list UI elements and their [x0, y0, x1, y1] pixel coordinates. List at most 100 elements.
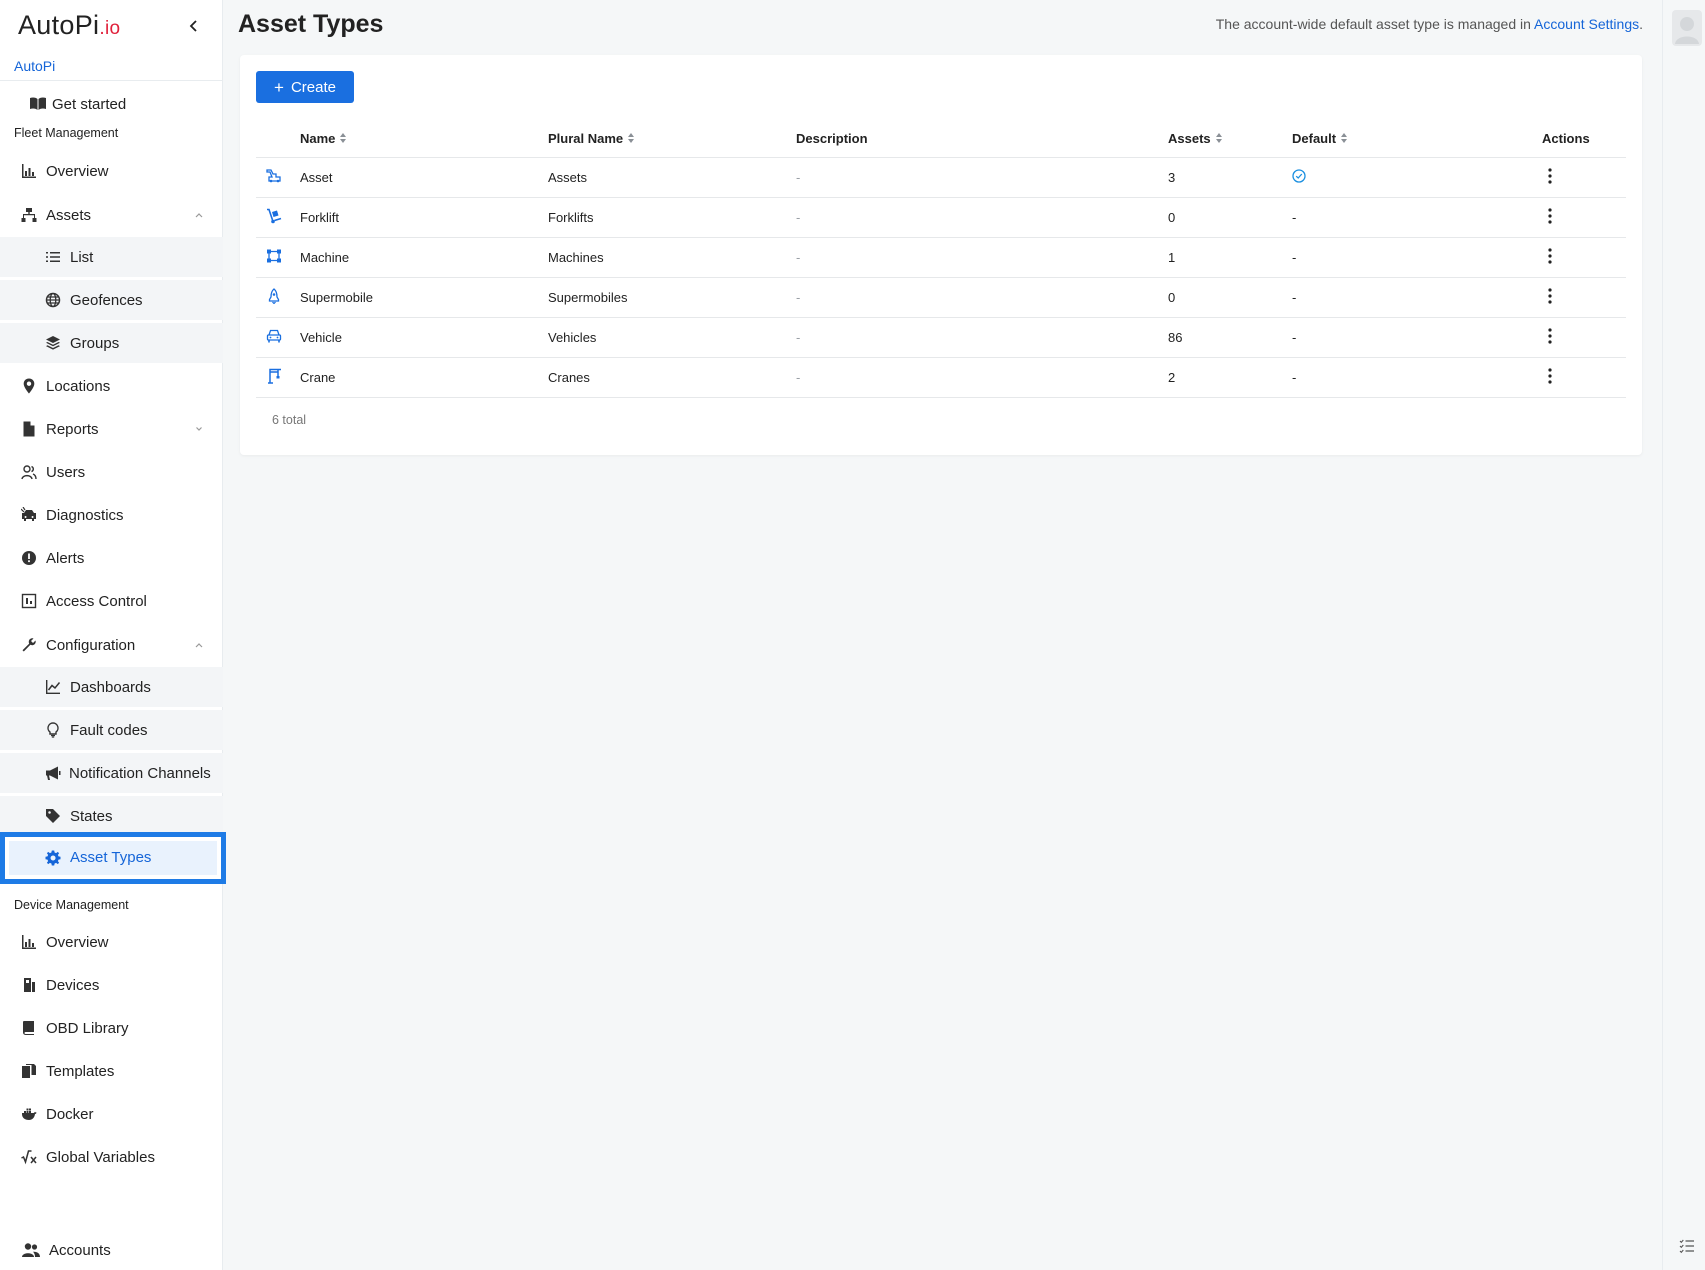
checklist-icon[interactable]: [1679, 1238, 1695, 1254]
col-name-label: Name: [300, 131, 336, 146]
cell-plural: Assets: [548, 157, 796, 198]
sort-icon[interactable]: [339, 132, 347, 144]
nav-notification-channels[interactable]: Notification Channels: [0, 753, 223, 793]
nav-label: Geofences: [70, 291, 143, 309]
avatar[interactable]: [1672, 10, 1702, 46]
chevron-up-icon: [195, 213, 203, 218]
more-vertical-icon[interactable]: [1542, 207, 1558, 225]
cell-description: -: [796, 237, 1168, 278]
nav-device-overview[interactable]: Overview: [0, 922, 223, 962]
more-vertical-icon[interactable]: [1542, 167, 1558, 185]
hand-truck-icon: [267, 208, 282, 223]
nav-configuration[interactable]: Configuration: [0, 625, 223, 665]
cell-assets: 0: [1168, 197, 1292, 238]
nav-accounts[interactable]: Accounts: [0, 1230, 223, 1270]
more-vertical-icon[interactable]: [1542, 327, 1558, 345]
sort-icon[interactable]: [627, 132, 635, 144]
nav-users[interactable]: Users: [0, 452, 223, 492]
nav-label: Configuration: [46, 636, 136, 654]
sort-icon[interactable]: [1340, 132, 1348, 144]
nav-fleet-overview[interactable]: Overview: [0, 151, 223, 191]
plus-icon: +: [274, 78, 284, 97]
nav-label: States: [70, 807, 113, 825]
nav-docker[interactable]: Docker: [0, 1094, 223, 1134]
excavator-icon: [266, 168, 281, 182]
table-row[interactable]: Vehicle Vehicles - 86 -: [256, 317, 1626, 358]
cell-default: -: [1292, 277, 1542, 318]
nav-templates[interactable]: Templates: [0, 1051, 223, 1091]
nav-geofences[interactable]: Geofences: [0, 280, 223, 320]
nav-locations[interactable]: Locations: [0, 366, 223, 406]
logo[interactable]: AutoPi.io: [18, 10, 120, 41]
col-plural-name[interactable]: Plural Name: [548, 131, 796, 158]
nav-states[interactable]: States: [0, 796, 223, 836]
table-row[interactable]: Asset Assets - 3: [256, 157, 1626, 198]
car-crash-icon: [21, 507, 36, 521]
logo-text: AutoPi: [18, 10, 100, 40]
access-control-icon: [21, 593, 37, 609]
list-icon: [46, 252, 60, 262]
docker-icon: [22, 1108, 37, 1120]
cell-plural: Cranes: [548, 357, 796, 398]
default-asset-type-hint: The account-wide default asset type is m…: [1216, 16, 1643, 32]
exclamation-circle-icon: [22, 551, 36, 565]
book-icon: [23, 1021, 34, 1035]
collapse-sidebar-button[interactable]: [184, 14, 204, 38]
more-vertical-icon[interactable]: [1542, 287, 1558, 305]
table-row[interactable]: Machine Machines - 1 -: [256, 237, 1626, 278]
file-icon: [23, 421, 35, 437]
more-vertical-icon[interactable]: [1542, 247, 1558, 265]
col-actions-label: Actions: [1542, 131, 1590, 146]
account-name[interactable]: AutoPi: [14, 58, 55, 74]
nav-diagnostics[interactable]: Diagnostics: [0, 495, 223, 535]
nav-reports[interactable]: Reports: [0, 409, 223, 449]
col-plural-label: Plural Name: [548, 131, 624, 146]
nav-assets[interactable]: Assets: [0, 195, 223, 235]
nav-fault-codes[interactable]: Fault codes: [0, 710, 223, 750]
cell-assets: 86: [1168, 317, 1292, 358]
nav-label: Asset Types: [70, 849, 152, 866]
col-assets[interactable]: Assets: [1168, 131, 1292, 158]
cell-assets: 2: [1168, 357, 1292, 398]
more-vertical-icon[interactable]: [1542, 367, 1558, 385]
nav-devices[interactable]: Devices: [0, 965, 223, 1005]
table-row[interactable]: Crane Cranes - 2 -: [256, 357, 1626, 398]
col-name[interactable]: Name: [300, 131, 548, 158]
table-row[interactable]: Forklift Forklifts - 0 -: [256, 197, 1626, 238]
col-default[interactable]: Default: [1292, 131, 1542, 158]
cell-plural: Vehicles: [548, 317, 796, 358]
chevron-up-icon: [195, 643, 203, 648]
cell-assets: 3: [1168, 157, 1292, 198]
nav-access-control[interactable]: Access Control: [0, 581, 223, 621]
create-button-label: Create: [290, 78, 336, 96]
account-settings-link[interactable]: Account Settings: [1534, 16, 1639, 32]
nav-label: OBD Library: [46, 1019, 129, 1037]
cell-description: -: [796, 197, 1168, 238]
nav-groups[interactable]: Groups: [0, 323, 223, 363]
nav-global-variables[interactable]: Global Variables: [0, 1137, 223, 1177]
nav-obd-library[interactable]: OBD Library: [0, 1008, 223, 1048]
nav-alerts[interactable]: Alerts: [0, 538, 223, 578]
nav-label: Templates: [46, 1062, 115, 1080]
nav-label: Dashboards: [70, 678, 151, 696]
nav-dashboards[interactable]: Dashboards: [0, 667, 223, 707]
nav-asset-types[interactable]: Asset Types: [0, 832, 226, 884]
sort-icon[interactable]: [1215, 132, 1223, 144]
col-default-label: Default: [1292, 131, 1337, 146]
nav-assets-list[interactable]: List: [0, 237, 223, 277]
asset-types-card: + Create Name Plural Name Description As…: [240, 55, 1642, 455]
nav-label: Overview: [46, 933, 109, 951]
create-button[interactable]: + Create: [256, 71, 354, 103]
cell-name: Forklift: [300, 197, 548, 238]
cell-plural: Forklifts: [548, 197, 796, 238]
rocket-icon: [268, 287, 280, 304]
table-row[interactable]: Supermobile Supermobiles - 0 -: [256, 277, 1626, 318]
nav-get-started[interactable]: Get started: [0, 84, 223, 124]
crane-icon: [268, 368, 281, 384]
cell-description: -: [796, 357, 1168, 398]
globe-icon: [45, 292, 61, 308]
users-icon: [21, 465, 37, 480]
hint-suffix: .: [1639, 16, 1643, 32]
cell-assets: 1: [1168, 237, 1292, 278]
page-title: Asset Types: [238, 10, 384, 38]
